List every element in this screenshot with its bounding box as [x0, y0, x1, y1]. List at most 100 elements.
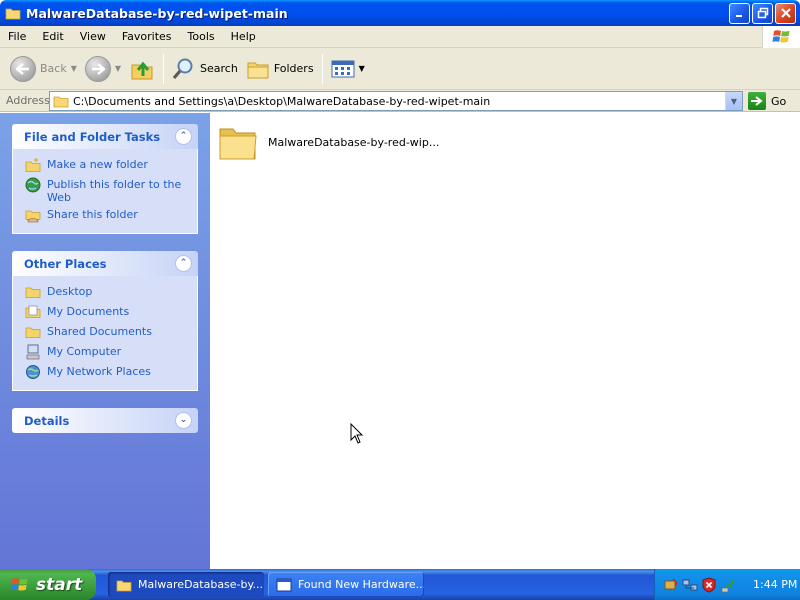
forward-arrow-icon	[84, 55, 111, 82]
taskbar: start MalwareDatabase-by... Found New Ha…	[0, 569, 800, 600]
address-bar: Address C:\Documents and Settings\a\Desk…	[0, 90, 800, 112]
taskbar-button-label: MalwareDatabase-by...	[138, 578, 263, 591]
windows-logo-icon	[10, 577, 28, 590]
address-label: Address	[6, 94, 50, 107]
menu-edit[interactable]: Edit	[34, 30, 71, 43]
address-dropdown-icon[interactable]: ▼	[725, 92, 742, 110]
go-label: Go	[771, 94, 787, 108]
forward-button[interactable]: ▼	[81, 52, 125, 86]
panel-title: Other Places	[24, 256, 107, 271]
standard-toolbar: Back ▼ ▼ Search Folders ▼	[0, 48, 800, 90]
start-button[interactable]: start	[0, 569, 96, 600]
place-label: Shared Documents	[47, 325, 152, 338]
minimize-icon	[735, 15, 742, 17]
back-arrow-icon	[10, 55, 36, 82]
back-button[interactable]: Back ▼	[6, 52, 81, 86]
folder-icon	[53, 96, 69, 108]
expand-chevron-icon[interactable]: ⌄	[175, 412, 192, 429]
taskbar-button-found-hardware[interactable]: Found New Hardware...	[268, 572, 424, 597]
new-folder-icon	[25, 158, 41, 172]
forward-dropdown-icon[interactable]: ▼	[115, 64, 121, 73]
close-button[interactable]	[775, 2, 796, 24]
panel-title: Details	[24, 413, 70, 428]
menu-favorites[interactable]: Favorites	[114, 30, 180, 43]
views-icon	[331, 60, 355, 77]
place-my-computer[interactable]: My Computer	[25, 344, 197, 364]
panel-header[interactable]: Details ⌄	[12, 408, 198, 433]
system-tray: 1:44 PM	[654, 569, 800, 600]
task-label: Share this folder	[47, 208, 138, 221]
title-bar[interactable]: MalwareDatabase-by-red-wipet-main	[0, 0, 800, 26]
mouse-cursor-icon	[350, 423, 364, 444]
task-publish-web[interactable]: Publish this folder to the Web	[25, 177, 197, 207]
views-dropdown-icon[interactable]: ▼	[359, 64, 365, 73]
search-button[interactable]: Search	[168, 52, 242, 86]
menu-tools[interactable]: Tools	[180, 30, 223, 43]
panel-header[interactable]: Other Places ⌃	[12, 251, 198, 276]
collapse-chevron-icon[interactable]: ⌃	[175, 128, 192, 145]
shared-documents-icon	[25, 327, 41, 338]
up-folder-icon	[131, 61, 153, 79]
restore-icon	[757, 7, 768, 19]
minimize-button[interactable]	[729, 2, 750, 24]
toolbar-separator	[163, 53, 165, 84]
file-folder-tasks-panel: File and Folder Tasks ⌃ Make a new folde…	[12, 124, 198, 234]
task-make-new-folder[interactable]: Make a new folder	[25, 157, 197, 177]
place-desktop[interactable]: Desktop	[25, 284, 197, 304]
window-icon	[276, 578, 292, 591]
safely-remove-icon[interactable]	[720, 577, 736, 593]
publish-web-icon	[25, 177, 41, 193]
panel-body: Make a new folder Publish this folder to…	[12, 149, 198, 234]
security-alert-icon[interactable]	[701, 576, 717, 593]
network-icon[interactable]	[682, 577, 698, 593]
menu-view[interactable]: View	[72, 30, 114, 43]
taskbar-button-label: Found New Hardware...	[298, 578, 424, 591]
address-value[interactable]: C:\Documents and Settings\a\Desktop\Malw…	[73, 95, 490, 108]
panel-header[interactable]: File and Folder Tasks ⌃	[12, 124, 198, 149]
address-field[interactable]: C:\Documents and Settings\a\Desktop\Malw…	[49, 91, 743, 111]
folder-icon	[5, 8, 21, 20]
share-folder-icon	[25, 210, 41, 223]
go-arrow-icon	[748, 92, 766, 110]
up-folder-button[interactable]	[125, 52, 159, 86]
place-shared-documents[interactable]: Shared Documents	[25, 324, 197, 344]
hardware-icon[interactable]	[663, 577, 679, 593]
task-label: Make a new folder	[47, 158, 148, 171]
folder-contents[interactable]: MalwareDatabase-by-red-wip...	[210, 113, 800, 569]
my-documents-icon	[25, 305, 41, 318]
views-button[interactable]: ▼	[327, 52, 369, 86]
folder-item[interactable]: MalwareDatabase-by-red-wip...	[218, 123, 439, 161]
menu-file[interactable]: File	[0, 30, 34, 43]
go-button[interactable]: Go	[748, 91, 786, 111]
panel-body: Desktop My Documents Shared Documents My…	[12, 276, 198, 391]
toolbar-separator	[321, 53, 323, 84]
start-label: start	[36, 574, 83, 595]
restore-button[interactable]	[752, 2, 773, 24]
place-label: My Network Places	[47, 365, 151, 378]
windows-logo-icon	[762, 26, 800, 48]
my-computer-icon	[26, 344, 40, 360]
folder-item-label: MalwareDatabase-by-red-wip...	[268, 135, 440, 149]
folders-icon	[247, 62, 269, 78]
place-label: My Documents	[47, 305, 130, 318]
details-panel: Details ⌄	[12, 408, 198, 433]
folder-icon	[219, 128, 257, 160]
network-places-icon	[26, 365, 40, 379]
search-label: Search	[200, 62, 238, 75]
folders-button[interactable]: Folders	[242, 52, 318, 86]
menu-bar: File Edit View Favorites Tools Help	[0, 26, 800, 48]
back-dropdown-icon[interactable]: ▼	[71, 64, 77, 73]
task-label: Publish this folder to the Web	[47, 178, 182, 204]
place-label: Desktop	[47, 285, 93, 298]
collapse-chevron-icon[interactable]: ⌃	[175, 255, 192, 272]
place-my-documents[interactable]: My Documents	[25, 304, 197, 324]
panel-title: File and Folder Tasks	[24, 129, 161, 144]
task-share-folder[interactable]: Share this folder	[25, 207, 197, 227]
folder-icon	[116, 580, 132, 591]
other-places-panel: Other Places ⌃ Desktop My Documents Shar…	[12, 251, 198, 391]
window-title: MalwareDatabase-by-red-wipet-main	[26, 5, 288, 21]
taskbar-button-explorer[interactable]: MalwareDatabase-by...	[108, 572, 264, 597]
menu-help[interactable]: Help	[223, 30, 264, 43]
back-label: Back	[40, 62, 67, 75]
place-network-places[interactable]: My Network Places	[25, 364, 197, 384]
